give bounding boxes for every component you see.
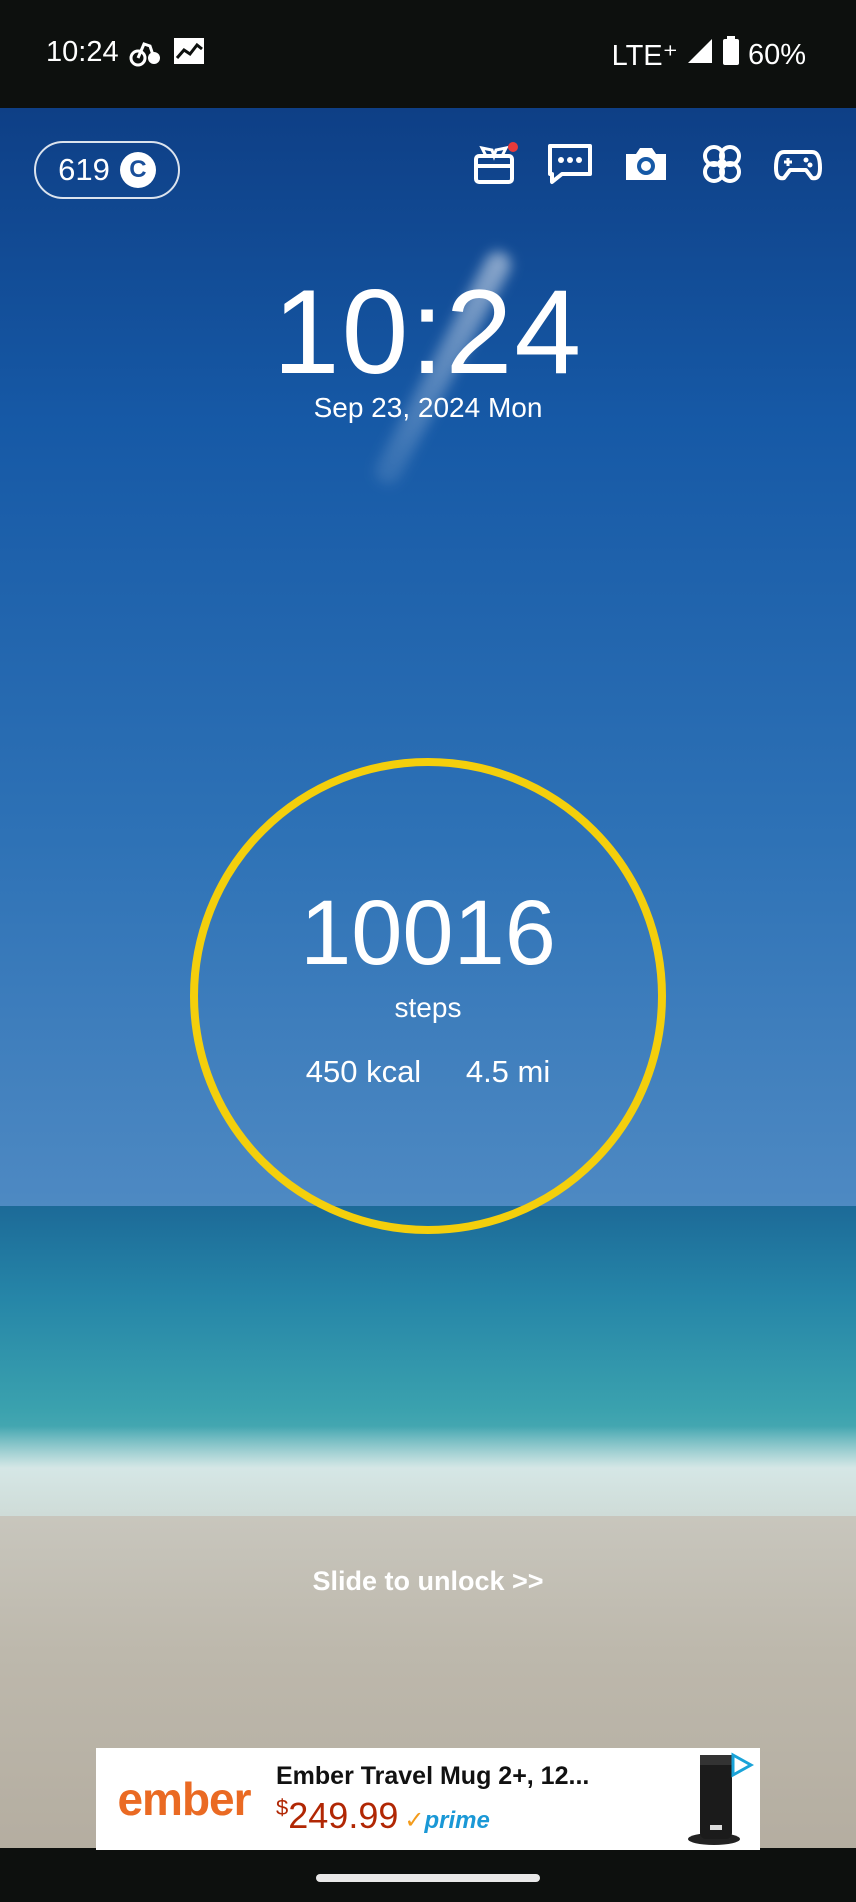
network-label: LTE⁺ bbox=[611, 39, 678, 72]
status-bar: 10:24 LTE⁺ 60% bbox=[0, 0, 856, 108]
battery-icon bbox=[722, 36, 740, 74]
ad-title: Ember Travel Mug 2+, 12... bbox=[276, 1761, 590, 1790]
chat-icon[interactable] bbox=[546, 140, 594, 188]
lock-clock: 10:24 bbox=[272, 265, 584, 399]
ad-price-row: $249.99 ✓prime bbox=[276, 1795, 680, 1837]
ad-brand-logo: ember bbox=[117, 1773, 251, 1825]
lock-date: Sep 23, 2024 Mon bbox=[313, 392, 543, 423]
ad-choices-icon[interactable] bbox=[728, 1752, 755, 1783]
signal-icon bbox=[686, 37, 714, 73]
coin-balance-button[interactable]: 619 C bbox=[34, 141, 180, 199]
notification-app-icon bbox=[128, 34, 162, 73]
gesture-nav-bar bbox=[0, 1850, 856, 1902]
coin-icon: C bbox=[119, 152, 156, 188]
activity-stats: 450 kcal 4.5 mi bbox=[0, 1054, 856, 1090]
calories-value: 450 kcal bbox=[305, 1054, 422, 1089]
top-action-bar bbox=[470, 140, 822, 188]
home-handle[interactable] bbox=[316, 1874, 540, 1882]
notification-dot bbox=[508, 142, 518, 152]
battery-percent: 60% bbox=[747, 38, 806, 71]
ad-currency: $ bbox=[276, 1794, 289, 1820]
ad-banner[interactable]: ember Ember Travel Mug 2+, 12... $249.99… bbox=[96, 1748, 760, 1850]
step-count: 10016 bbox=[300, 882, 556, 984]
camera-icon[interactable] bbox=[622, 140, 670, 188]
distance-value: 4.5 mi bbox=[465, 1054, 551, 1089]
gift-box-icon[interactable] bbox=[470, 140, 518, 188]
steps-label: steps bbox=[394, 992, 462, 1023]
slide-to-unlock[interactable]: Slide to unlock >> bbox=[0, 1566, 856, 1597]
status-time: 10:24 bbox=[46, 36, 119, 68]
gamepad-icon[interactable] bbox=[774, 140, 822, 188]
coin-count: 619 bbox=[58, 152, 110, 187]
clover-icon[interactable] bbox=[698, 140, 746, 188]
prime-badge: ✓prime bbox=[404, 1806, 490, 1834]
gallery-icon bbox=[172, 34, 206, 73]
ad-price: 249.99 bbox=[288, 1794, 399, 1836]
